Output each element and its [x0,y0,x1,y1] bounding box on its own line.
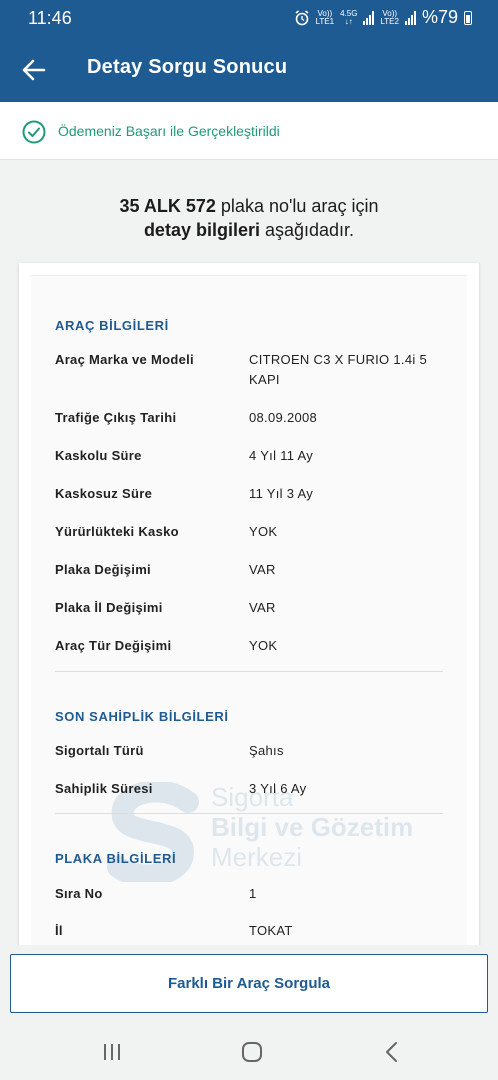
status-icons: Vo)) LTE1 4.5G ↓↑ Vo)) LTE2 %79 [294,7,472,28]
network-1: Vo)) LTE1 [315,9,335,26]
section-divider [55,671,443,672]
row-value-traffic-date: 08.09.2008 [249,410,318,425]
arrow-left-icon[interactable] [20,56,48,84]
row-value-type-change: YOK [249,638,278,653]
battery-level: %79 [421,7,458,27]
sbm-logo-icon [107,782,199,882]
row-label-traffic-date: Trafiğe Çıkış Tarihi [55,410,177,425]
row-label-plate-city-change: Plaka İl Değişimi [55,600,163,615]
row-value-uninsured-period: 11 Yıl 3 Ay [249,486,314,501]
network-1-bottom: LTE1 [315,16,335,26]
network-2: Vo)) LTE2 [380,9,399,26]
system-nav-bar [0,1025,498,1080]
headline-bold: detay bilgileri [143,220,260,240]
row-label-type-change: Araç Tür Değişimi [55,638,172,653]
row-value-ownership-period: 3 Yıl 6 Ay [249,781,307,796]
headline-line1: plaka no'lu araç için [215,196,379,216]
row-label-order-no: Sıra No [55,886,103,901]
details-card-content: Sigorta Bilgi ve Gözetim Merkezi ARAÇ Bİ… [31,275,467,945]
watermark-line3: Merkezi [211,842,303,872]
headline-line2: aşağıdadır. [259,220,355,240]
row-label-brand-model: Araç Marka ve Modeli [55,352,194,367]
success-banner: Ödemeniz Başarı ile Gerçekleştirildi [0,102,498,160]
signal-icon [363,10,375,25]
alarm-icon [295,9,309,25]
row-value-plate-city-change: VAR [249,600,276,615]
row-value-active-insurance: YOK [249,524,278,539]
battery-icon [464,10,472,25]
check-circle-icon [22,120,46,144]
network-type-bottom: ↓↑ [344,16,353,26]
row-value-order-no: 1 [249,886,257,901]
section-title-ownership: SON SAHİPLİK BİLGİLERİ [55,709,229,724]
back-icon[interactable] [377,1039,407,1065]
row-label-ownership-period: Sahiplik Süresi [55,781,153,796]
status-time: 11:46 [28,8,72,28]
status-bar: 11:46 Vo)) LTE1 4.5G ↓↑ Vo)) LTE2 %79 [0,0,498,38]
row-label-insured-type: Sigortalı Türü [55,743,144,758]
query-another-vehicle-button[interactable]: Farklı Bir Araç Sorgula [10,954,488,1013]
watermark-line2: Bilgi ve Gözetim [211,812,414,842]
section-divider [55,813,443,814]
app-bar: Detay Sorgu Sonucu [0,38,498,102]
signal-icon-2 [404,10,416,25]
row-value-insured-period: 4 Yıl 11 Ay [249,448,314,463]
section-title-vehicle: ARAÇ BİLGİLERİ [55,318,169,333]
page-title: Detay Sorgu Sonucu [87,56,288,78]
row-label-city: İl [55,923,63,938]
row-value-insured-type: Şahıs [249,743,284,758]
row-label-insured-period: Kaskolu Süre [55,448,142,463]
row-label-uninsured-period: Kaskosuz Süre [55,486,153,501]
details-card[interactable]: Sigorta Bilgi ve Gözetim Merkezi ARAÇ Bİ… [19,263,479,945]
result-headline: 35 ALK 572 plaka no'lu araç için detay b… [0,194,498,242]
footer: Farklı Bir Araç Sorgula [0,945,498,1025]
row-value-brand-model: CITROEN C3 X FURIO 1.4i 5 KAPI [249,352,427,387]
plate-number: 35 ALK 572 [119,196,216,216]
section-title-plate: PLAKA BİLGİLERİ [55,851,177,866]
row-label-plate-change: Plaka Değişimi [55,562,151,577]
row-value-plate-change: VAR [249,562,276,577]
network-type: 4.5G ↓↑ [340,9,357,26]
recent-apps-icon[interactable] [97,1039,127,1065]
row-value-city: TOKAT [249,923,293,938]
success-message: Ödemeniz Başarı ile Gerçekleştirildi [58,123,280,139]
network-2-bottom: LTE2 [380,16,399,26]
home-icon[interactable] [237,1039,267,1065]
row-label-active-insurance: Yürürlükteki Kasko [55,524,179,539]
